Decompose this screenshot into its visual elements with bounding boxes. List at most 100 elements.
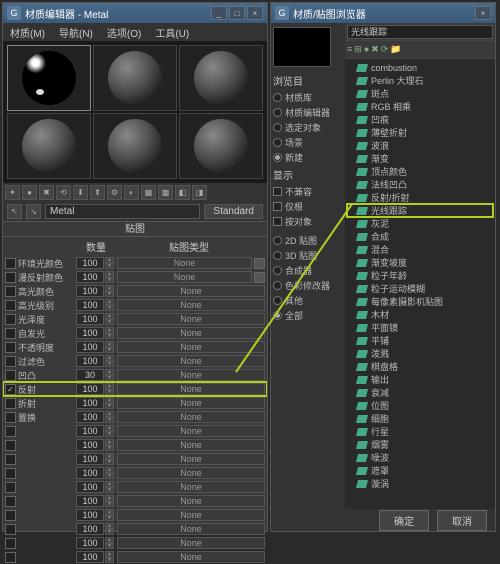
- param-amount[interactable]: 100: [76, 537, 104, 549]
- param-amount[interactable]: 100: [76, 397, 104, 409]
- map-slot-button[interactable]: None: [117, 411, 265, 423]
- spin-down[interactable]: ▼: [105, 459, 114, 465]
- param-checkbox[interactable]: [5, 398, 16, 409]
- tree-item[interactable]: 平面镜: [347, 321, 493, 334]
- tree-item[interactable]: 渐变坡度: [347, 256, 493, 269]
- param-checkbox[interactable]: [5, 426, 16, 437]
- maximize-button[interactable]: □: [229, 6, 245, 20]
- map-slot-button[interactable]: None: [117, 425, 265, 437]
- tree-item[interactable]: 泼溅: [347, 347, 493, 360]
- tree-item[interactable]: 烟雾: [347, 438, 493, 451]
- tree-item[interactable]: RGB 相乘: [347, 100, 493, 113]
- color-swatch[interactable]: [254, 258, 265, 269]
- tool-reset[interactable]: ⟲: [56, 185, 71, 200]
- tree-item[interactable]: 凹痕: [347, 113, 493, 126]
- tree-item[interactable]: 混合: [347, 243, 493, 256]
- spin-down[interactable]: ▼: [105, 347, 114, 353]
- search-input[interactable]: [347, 25, 493, 39]
- tree-item[interactable]: 顶点颜色: [347, 165, 493, 178]
- sample-slot-5[interactable]: [93, 113, 177, 179]
- view-list-icon[interactable]: ≡: [347, 44, 352, 55]
- spin-down[interactable]: ▼: [105, 389, 114, 395]
- tree-item[interactable]: 漩涡: [347, 477, 493, 490]
- param-checkbox[interactable]: [5, 552, 16, 563]
- spin-down[interactable]: ▼: [105, 417, 114, 423]
- tree-item[interactable]: 遮罩: [347, 464, 493, 477]
- tree-item[interactable]: 输出: [347, 373, 493, 386]
- param-checkbox[interactable]: [5, 440, 16, 451]
- minimize-button[interactable]: _: [211, 6, 227, 20]
- tool-show[interactable]: ▦: [141, 185, 156, 200]
- param-checkbox[interactable]: [5, 356, 16, 367]
- param-amount[interactable]: 100: [76, 523, 104, 535]
- tree-item[interactable]: 波浪: [347, 139, 493, 152]
- param-checkbox[interactable]: [5, 496, 16, 507]
- spin-down[interactable]: ▼: [105, 445, 114, 451]
- tree-item[interactable]: 灰泥: [347, 217, 493, 230]
- show-option[interactable]: 仅根: [273, 199, 343, 214]
- show-option[interactable]: 按对象: [273, 214, 343, 229]
- param-amount[interactable]: 100: [76, 299, 104, 311]
- menu-material[interactable]: 材质(M): [7, 25, 48, 40]
- tree-item[interactable]: 平铺: [347, 334, 493, 347]
- param-amount[interactable]: 100: [76, 425, 104, 437]
- param-amount[interactable]: 100: [76, 551, 104, 563]
- param-amount[interactable]: 100: [76, 271, 104, 283]
- param-checkbox[interactable]: [5, 286, 16, 297]
- param-amount[interactable]: 100: [76, 383, 104, 395]
- spin-down[interactable]: ▼: [105, 305, 114, 311]
- spin-down[interactable]: ▼: [105, 487, 114, 493]
- map-slot-button[interactable]: None: [117, 551, 265, 563]
- param-checkbox[interactable]: [5, 510, 16, 521]
- param-checkbox[interactable]: [5, 454, 16, 465]
- map-slot-button[interactable]: None: [117, 369, 265, 381]
- param-checkbox[interactable]: [5, 538, 16, 549]
- spin-down[interactable]: ▼: [105, 277, 114, 283]
- cancel-button[interactable]: 取消: [437, 510, 487, 531]
- material-type-button[interactable]: Standard: [204, 204, 263, 219]
- spin-down[interactable]: ▼: [105, 361, 114, 367]
- map-slot-button[interactable]: None: [117, 495, 265, 507]
- library-icon[interactable]: 📁: [390, 44, 401, 55]
- spin-down[interactable]: ▼: [105, 431, 114, 437]
- spin-down[interactable]: ▼: [105, 543, 114, 549]
- spin-down[interactable]: ▼: [105, 333, 114, 339]
- map-slot-button[interactable]: None: [117, 509, 265, 521]
- map-slot-button[interactable]: None: [117, 257, 252, 269]
- param-amount[interactable]: 100: [76, 453, 104, 465]
- tree-item[interactable]: 粒子运动模糊: [347, 282, 493, 295]
- material-name-input[interactable]: [45, 204, 200, 219]
- tree-item[interactable]: 棋盘格: [347, 360, 493, 373]
- map-slot-button[interactable]: None: [117, 285, 265, 297]
- view-small-icon[interactable]: ⊞: [354, 44, 362, 55]
- param-amount[interactable]: 100: [76, 509, 104, 521]
- show-option[interactable]: 不兼容: [273, 184, 343, 199]
- menu-options[interactable]: 选项(O): [104, 25, 144, 40]
- spin-down[interactable]: ▼: [105, 291, 114, 297]
- param-amount[interactable]: 30: [76, 369, 104, 381]
- spin-down[interactable]: ▼: [105, 529, 114, 535]
- tool-options[interactable]: ⚙: [107, 185, 122, 200]
- param-checkbox[interactable]: [5, 524, 16, 535]
- param-amount[interactable]: 100: [76, 495, 104, 507]
- map-slot-button[interactable]: None: [117, 341, 265, 353]
- param-amount[interactable]: 100: [76, 411, 104, 423]
- param-amount[interactable]: 100: [76, 313, 104, 325]
- tree-item[interactable]: 每像素摄影机贴图: [347, 295, 493, 308]
- map-slot-button[interactable]: None: [117, 523, 265, 535]
- param-checkbox[interactable]: [5, 300, 16, 311]
- spin-down[interactable]: ▼: [105, 557, 114, 563]
- tree-item[interactable]: 位图: [347, 399, 493, 412]
- tree-item[interactable]: 细胞: [347, 412, 493, 425]
- param-checkbox[interactable]: [5, 482, 16, 493]
- browse-option[interactable]: 选定对象: [273, 120, 343, 135]
- browse-option[interactable]: 场景: [273, 135, 343, 150]
- param-amount[interactable]: 100: [76, 467, 104, 479]
- go-parent-button[interactable]: ↖: [7, 204, 22, 219]
- go-forward-button[interactable]: ↘: [26, 204, 41, 219]
- param-amount[interactable]: 100: [76, 341, 104, 353]
- sample-slot-6[interactable]: [179, 113, 263, 179]
- tree-item[interactable]: 合成: [347, 230, 493, 243]
- map-slot-button[interactable]: None: [117, 537, 265, 549]
- param-amount[interactable]: 100: [76, 285, 104, 297]
